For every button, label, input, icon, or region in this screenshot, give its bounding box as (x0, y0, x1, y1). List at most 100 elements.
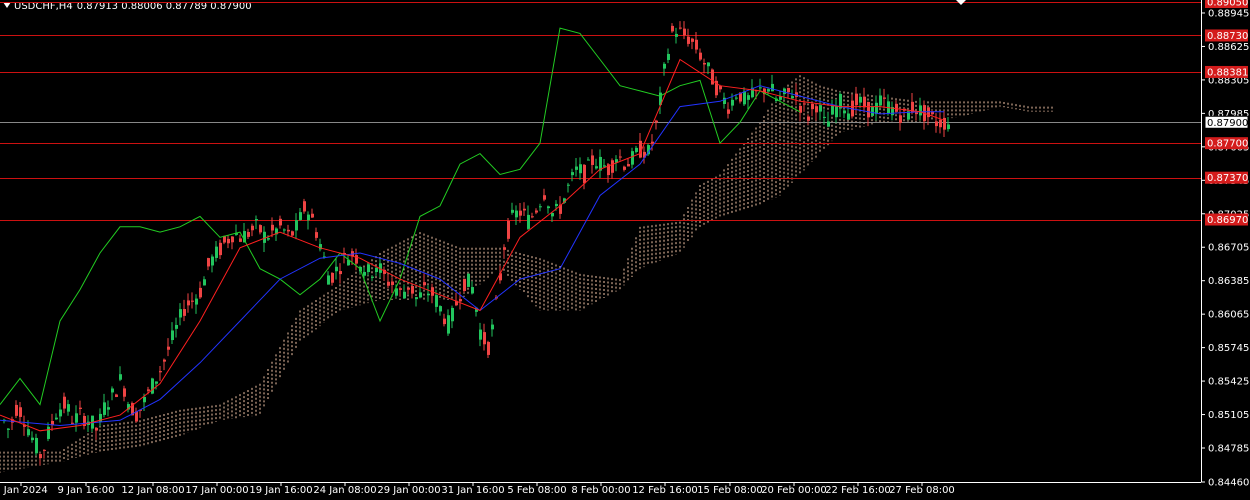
candle-body (179, 309, 182, 318)
candle-body (871, 106, 874, 116)
candle-body (555, 203, 558, 207)
candle-body (627, 164, 630, 167)
candle-body (863, 96, 866, 108)
candle-body (683, 28, 686, 36)
candle-body (51, 420, 54, 425)
candle-body (403, 291, 406, 299)
candle-body (211, 256, 214, 266)
candle-body (95, 427, 98, 431)
candle-body (107, 407, 110, 410)
price-tag-label: 0.87700 (1207, 139, 1248, 150)
x-tick-label: 24 Jan 08:00 (313, 485, 376, 496)
candle-body (339, 271, 342, 275)
candle-body (171, 330, 174, 341)
candle-body (883, 97, 886, 99)
candle-body (247, 232, 250, 237)
candle-body (155, 381, 158, 384)
x-tick-label: 9 Jan 16:00 (58, 485, 115, 496)
price-chart[interactable]: 0.889450.886250.883050.879850.876650.873… (0, 0, 1250, 500)
candle-body (675, 33, 678, 37)
candle-body (667, 53, 670, 60)
price-tag-label: 0.88381 (1207, 67, 1248, 78)
candle-body (747, 95, 750, 100)
candle-body (827, 121, 830, 127)
candle-body (363, 271, 366, 276)
candle-body (27, 429, 30, 436)
candle-body (663, 63, 666, 69)
y-tick-label: 0.86065 (1208, 310, 1249, 321)
y-tick-label: 0.85425 (1208, 377, 1249, 388)
candle-body (407, 287, 410, 290)
candle-body (899, 115, 902, 123)
y-tick-label: 0.88625 (1208, 42, 1249, 53)
y-tick-label: 0.84785 (1208, 444, 1249, 455)
candle-body (123, 388, 126, 397)
y-tick-label: 0.84460 (1208, 478, 1249, 489)
candle-body (711, 69, 714, 85)
candle-body (111, 388, 114, 393)
candle-body (483, 332, 486, 345)
candle-body (579, 164, 582, 174)
candle-body (219, 242, 222, 256)
x-tick-label: 31 Jan 16:00 (441, 485, 504, 496)
candle-body (47, 426, 50, 439)
candle-body (463, 278, 466, 292)
candle-body (59, 409, 62, 417)
candle-body (619, 156, 622, 158)
candle-body (255, 219, 258, 221)
candle-body (427, 293, 430, 296)
candle-body (195, 298, 198, 305)
candle-body (207, 258, 210, 267)
candle-body (691, 38, 694, 42)
candle-body (567, 184, 570, 186)
candle-body (355, 255, 358, 264)
candle-body (547, 206, 550, 209)
candle-body (459, 299, 462, 302)
y-tick-label: 0.86705 (1208, 243, 1249, 254)
candle-body (283, 229, 286, 231)
candle-body (15, 404, 18, 416)
candle-body (387, 281, 390, 286)
candle-body (75, 413, 78, 423)
candle-body (515, 210, 518, 218)
candle-body (835, 106, 838, 118)
candle-body (67, 404, 70, 412)
candle-body (143, 396, 146, 403)
candle-body (503, 247, 506, 250)
candle-body (307, 214, 310, 221)
candle-body (679, 27, 682, 29)
candle-body (259, 225, 262, 233)
candle-body (651, 141, 654, 144)
candle-body (271, 224, 274, 231)
candle-body (919, 105, 922, 116)
candle-body (939, 119, 942, 128)
candle-body (31, 437, 34, 441)
candle-body (543, 195, 546, 200)
candle-body (231, 236, 234, 243)
x-tick-label: 19 Jan 16:00 (249, 485, 312, 496)
candle-body (787, 87, 790, 93)
candle-body (19, 407, 22, 417)
candle-body (335, 266, 338, 272)
candle-body (71, 422, 74, 424)
candle-body (315, 232, 318, 238)
x-tick-label: 12 Feb 16:00 (632, 485, 698, 496)
candle-body (423, 282, 426, 286)
candle-body (7, 428, 10, 430)
candle-body (735, 97, 738, 99)
candle-body (227, 238, 230, 244)
candle-body (695, 39, 698, 50)
candle-body (443, 318, 446, 325)
candle-body (415, 297, 418, 300)
candle-body (119, 374, 122, 380)
candle-body (63, 396, 66, 409)
candle-body (895, 103, 898, 112)
chikou-line (0, 27, 801, 406)
candle-body (491, 324, 494, 330)
candle-body (439, 306, 442, 312)
candle-body (55, 417, 58, 420)
candle-body (703, 62, 706, 65)
candle-body (471, 287, 474, 294)
candle-body (879, 95, 882, 106)
candle-body (299, 212, 302, 220)
